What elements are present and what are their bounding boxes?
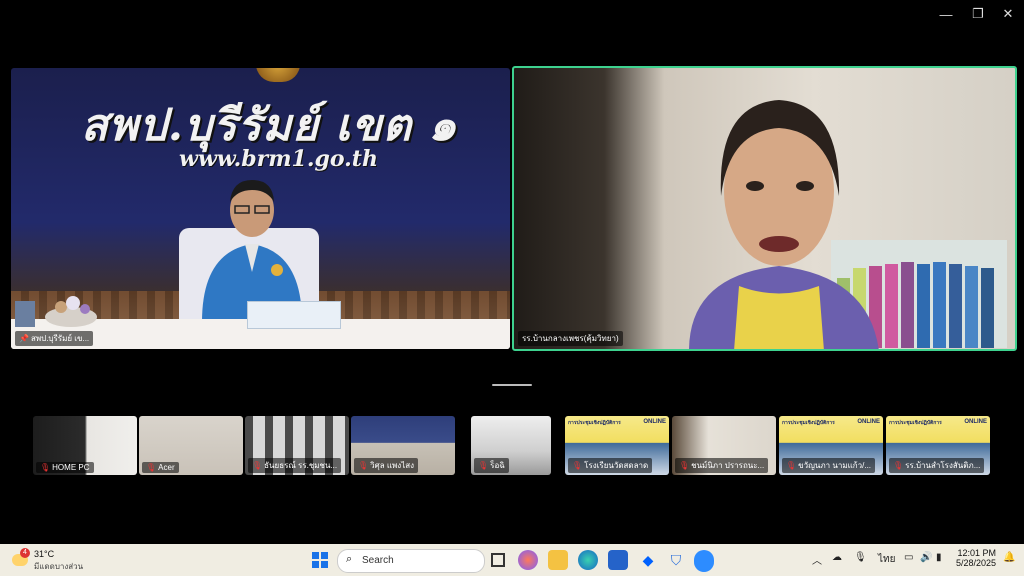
video-thumbnail[interactable]: 🎙 ธันยธรณ์ รร.ชุมชน...: [245, 416, 349, 475]
flower-decoration: [15, 296, 97, 327]
microphone-icon[interactable]: 🎙: [854, 552, 867, 563]
participant-name-tag: 🎙 โรงเรียนวัดสดลาด: [568, 458, 653, 473]
pin-icon: 📌: [19, 334, 29, 343]
slide-title: การประชุมเชิงปฏิบัติการ: [568, 420, 621, 426]
book: [933, 262, 946, 348]
close-button[interactable]: ✕: [996, 4, 1020, 24]
battery-icon[interactable]: ▮: [936, 552, 942, 563]
copilot-icon[interactable]: [518, 550, 538, 570]
participant-name: ธันยธรณ์ รร.ชุมชน...: [264, 461, 338, 470]
layout-drag-handle[interactable]: [492, 384, 532, 386]
speaker-figure: [202, 180, 302, 322]
video-thumbnail[interactable]: 🎙 ร็อฉิ: [471, 416, 551, 475]
zoom-icon[interactable]: [694, 550, 714, 572]
participant-name: สพป.บุรีรัมย์ เข...: [30, 334, 90, 343]
video-thumbnail[interactable]: 🎙 ชนม์นิภา ปรารถนะ...: [672, 416, 776, 475]
emblem-seal: [256, 68, 300, 82]
start-button[interactable]: [310, 550, 330, 570]
minimize-button[interactable]: —: [934, 4, 958, 24]
participant-name-tag: 🎙 HOME PC: [36, 462, 94, 473]
participant-name: Acer: [158, 463, 175, 472]
onedrive-icon[interactable]: ☁: [832, 552, 842, 563]
edge-icon[interactable]: [578, 550, 598, 570]
participant-name: รร.บ้านกลางเพชร(คุ้มวิทยา): [522, 334, 619, 343]
weather-badge: 4: [20, 548, 30, 558]
participant-name-tag: 🎙 ธันยธรณ์ รร.ชุมชน...: [248, 458, 342, 473]
volume-icon[interactable]: 🔊: [920, 552, 932, 563]
video-thumbnail[interactable]: การประชุมเชิงปฏิบัติการ ONLINE 🎙 โรงเรีย…: [565, 416, 669, 475]
windows-icon: [312, 552, 328, 568]
slide-title: การประชุมเชิงปฏิบัติการ: [889, 420, 942, 426]
clock[interactable]: 12:01 PM 5/28/2025: [954, 548, 996, 568]
weather-desc: มีแดดบางส่วน: [34, 562, 84, 571]
defender-icon[interactable]: ⛉: [666, 550, 686, 570]
video-thumbnail[interactable]: 🎙 HOME PC: [33, 416, 137, 475]
store-icon[interactable]: [608, 550, 628, 570]
participant-name: วิศุล แพงไสง: [370, 461, 414, 470]
video-thumbnail[interactable]: 🎙 วิศุล แพงไสง: [351, 416, 455, 475]
banner-url: www.brm1.go.th: [179, 146, 378, 172]
mic-muted-icon: 🎙: [893, 461, 904, 470]
input-language[interactable]: ไทย: [878, 552, 895, 567]
taskbar: 4 31°C มีแดดบางส่วน ⌕ Search ◆ ⛉ ︿ ☁ 🎙 ไ…: [0, 544, 1024, 576]
slide-badge: ONLINE: [643, 419, 666, 425]
search-box[interactable]: ⌕ Search: [337, 549, 485, 573]
participant-name: โรงเรียนวัดสดลาด: [584, 461, 649, 470]
task-view-icon[interactable]: [488, 550, 508, 570]
participant-name-tag: รร.บ้านกลางเพชร(คุ้มวิทยา): [518, 331, 623, 346]
mic-muted-icon: 🎙: [572, 461, 583, 470]
speaker-figure: [689, 100, 879, 349]
slide-badge: ONLINE: [857, 419, 880, 425]
video-thumbnail[interactable]: การประชุมเชิงปฏิบัติการ ONLINE 🎙 รร.บ้าน…: [886, 416, 990, 475]
mic-muted-icon: 🎙: [252, 461, 263, 470]
mic-muted-icon: 🎙: [679, 461, 690, 470]
participant-name-tag: 🎙 รร.บ้านสำโรงสันติภ...: [889, 458, 985, 473]
participant-name-tag: 🎙 Acer: [142, 462, 179, 473]
weather-widget[interactable]: 4 31°C มีแดดบางส่วน: [8, 548, 108, 572]
participant-name: ชนม์นิภา ปรารถนะ...: [691, 461, 765, 470]
clock-date: 5/28/2025: [955, 558, 996, 568]
notification-bell-icon[interactable]: 🔔: [1003, 552, 1015, 563]
display-icon[interactable]: ▭: [904, 552, 913, 563]
participant-name: ร็อฉิ: [490, 461, 505, 470]
book: [965, 266, 978, 348]
search-icon: ⌕: [346, 553, 353, 565]
file-explorer-icon[interactable]: [548, 550, 568, 570]
video-tile-main-left[interactable]: สพป.บุรีรัมย์ เขต ๑ www.brm1.go.th 📌 สพป…: [11, 68, 510, 349]
book: [981, 268, 994, 348]
participant-name-tag: 🎙 ร็อฉิ: [474, 458, 509, 473]
participant-name-tag: 🎙 ชนม์นิภา ปรารถนะ...: [675, 458, 769, 473]
slide-title: การประชุมเชิงปฏิบัติการ: [782, 420, 835, 426]
participant-name: ขวัญนภา นามแก้ว/...: [798, 461, 872, 470]
search-placeholder: Search: [362, 555, 394, 566]
restore-button[interactable]: ❐: [966, 4, 990, 24]
participant-name: HOME PC: [52, 463, 90, 472]
mic-muted-icon: 🎙: [786, 461, 797, 470]
video-tile-active-speaker[interactable]: รร.บ้านกลางเพชร(คุ้มวิทยา): [512, 66, 1017, 351]
mic-muted-icon: 🎙: [146, 463, 157, 472]
participant-name-tag: 📌 สพป.บุรีรัมย์ เข...: [15, 331, 94, 346]
dropbox-icon[interactable]: ◆: [638, 550, 658, 570]
mic-muted-icon: 🎙: [40, 463, 51, 472]
participant-name: รร.บ้านสำโรงสันติภ...: [905, 461, 981, 470]
slide-badge: ONLINE: [964, 419, 987, 425]
video-thumbnail[interactable]: การประชุมเชิงปฏิบัติการ ONLINE 🎙 ขวัญนภา…: [779, 416, 883, 475]
mic-muted-icon: 🎙: [358, 461, 369, 470]
video-thumbnail[interactable]: 🎙 Acer: [139, 416, 243, 475]
participant-name-tag: 🎙 ขวัญนภา นามแก้ว/...: [782, 458, 876, 473]
weather-temp: 31°C: [34, 549, 55, 559]
nameplate: [247, 301, 341, 329]
book: [949, 264, 962, 348]
clock-time: 12:01 PM: [957, 548, 996, 558]
mic-muted-icon: 🎙: [478, 461, 489, 470]
participant-name-tag: 🎙 วิศุล แพงไสง: [354, 458, 418, 473]
show-hidden-icons[interactable]: ︿: [812, 552, 822, 567]
